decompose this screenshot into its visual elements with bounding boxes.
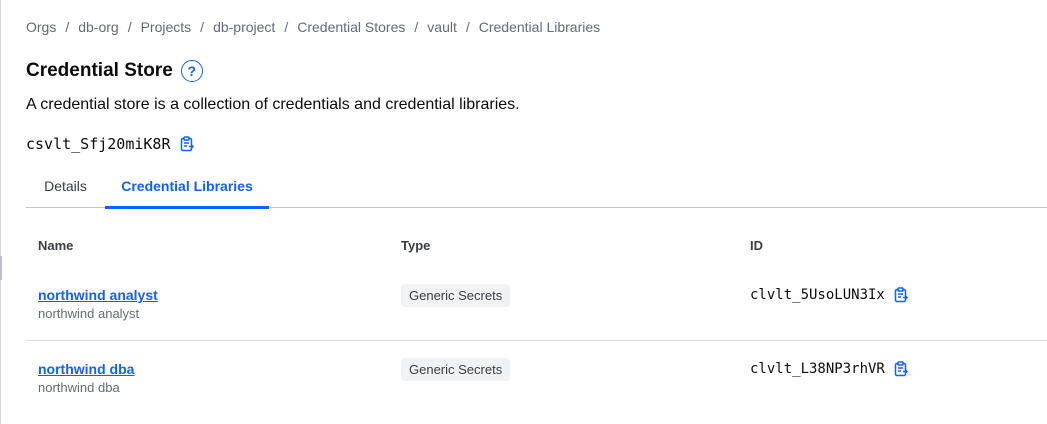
breadcrumb-separator: / [200, 19, 205, 35]
breadcrumb-separator: / [127, 19, 132, 35]
breadcrumb-item-db-project[interactable]: db-project [213, 19, 275, 35]
library-id-cell: clvlt_5UsoLUN3Ix [750, 284, 909, 306]
page-description: A credential store is a collection of cr… [26, 96, 520, 113]
library-id-cell: clvlt_L38NP3rhVR [750, 358, 909, 380]
type-badge: Generic Secrets [401, 358, 511, 381]
breadcrumb-item-credential-libraries[interactable]: Credential Libraries [479, 19, 600, 35]
tab-details[interactable]: Details [26, 164, 105, 208]
breadcrumb-item-credential-stores[interactable]: Credential Stores [297, 19, 405, 35]
active-tab-indicator [105, 206, 269, 209]
table-row: northwind dba northwind dba Generic Secr… [26, 340, 1047, 413]
question-circle-icon[interactable]: ? [180, 60, 203, 82]
clipboard-copy-icon[interactable] [893, 361, 909, 377]
credential-libraries-table: Name Type ID northwind analyst northwind… [26, 221, 1047, 413]
column-header-id[interactable]: ID [750, 238, 763, 253]
breadcrumb-item-vault[interactable]: vault [427, 19, 457, 35]
table-header: Name Type ID [26, 221, 1047, 267]
library-description: northwind dba [38, 380, 120, 395]
store-id-row: csvlt_Sfj20miK8R [26, 134, 195, 154]
tab-credential-libraries[interactable]: Credential Libraries [105, 164, 269, 209]
clipboard-copy-icon[interactable] [179, 136, 195, 152]
table-row: northwind analyst northwind analyst Gene… [26, 267, 1047, 340]
tab-label: Credential Libraries [121, 178, 253, 194]
tab-label: Details [44, 178, 87, 194]
resize-handle[interactable] [0, 256, 2, 280]
left-panel-edge [0, 0, 1, 424]
breadcrumb: Orgs / db-org / Projects / db-project / … [26, 18, 600, 36]
page-title: Credential Store [26, 60, 173, 81]
tab-bar: Details Credential Libraries [26, 164, 1047, 209]
breadcrumb-separator: / [284, 19, 289, 35]
store-id: csvlt_Sfj20miK8R [26, 135, 171, 153]
breadcrumb-item-db-org[interactable]: db-org [78, 19, 118, 35]
library-name-link[interactable]: northwind analyst [38, 287, 158, 303]
page-header: Credential Store ? [26, 58, 203, 84]
page-content: Orgs / db-org / Projects / db-project / … [26, 0, 1047, 424]
column-header-type[interactable]: Type [401, 238, 430, 253]
type-badge: Generic Secrets [401, 284, 511, 307]
library-description: northwind analyst [38, 306, 140, 321]
clipboard-copy-icon[interactable] [893, 287, 909, 303]
breadcrumb-separator: / [414, 19, 419, 35]
library-name-link[interactable]: northwind dba [38, 361, 134, 377]
breadcrumb-separator: / [65, 19, 70, 35]
library-id: clvlt_5UsoLUN3Ix [750, 287, 885, 303]
column-header-name[interactable]: Name [38, 238, 73, 253]
library-id: clvlt_L38NP3rhVR [750, 361, 885, 377]
breadcrumb-item-projects[interactable]: Projects [141, 19, 192, 35]
breadcrumb-separator: / [465, 19, 470, 35]
breadcrumb-item-orgs[interactable]: Orgs [26, 19, 56, 35]
